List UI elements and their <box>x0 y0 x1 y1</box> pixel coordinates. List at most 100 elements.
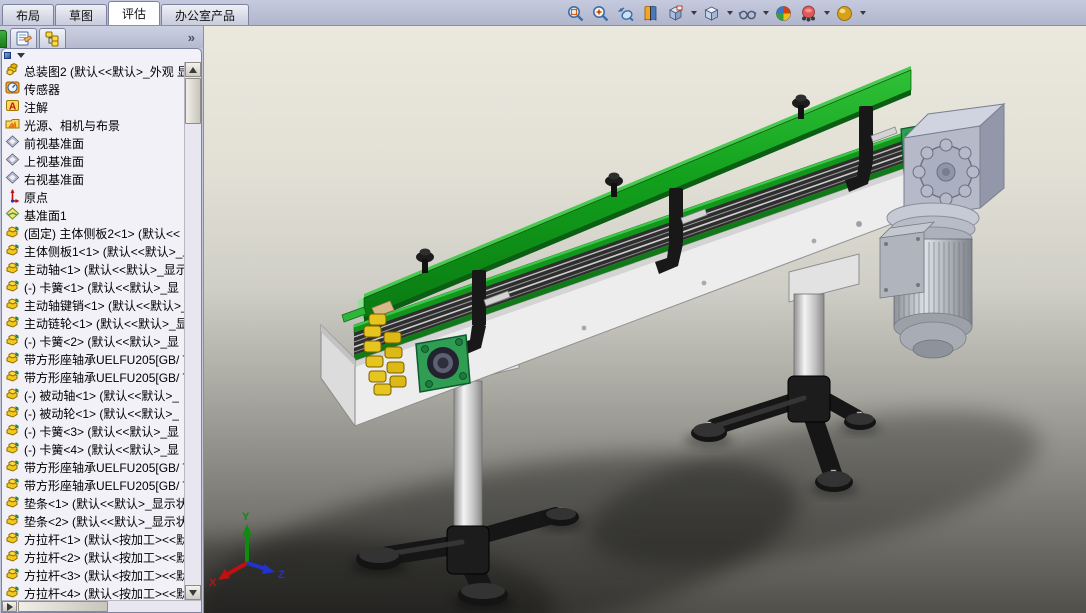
assembly-icon <box>5 62 20 80</box>
part-icon <box>5 548 20 566</box>
dropdown-arrow-icon[interactable] <box>860 11 866 15</box>
end-plate[interactable] <box>320 323 356 428</box>
tree-item[interactable]: (-) 卡簧<4> (默认<<默认>_显 <box>2 440 184 458</box>
sensor-block[interactable] <box>341 306 367 323</box>
scroll-down-button[interactable] <box>185 585 201 600</box>
scroll-right-icon <box>6 602 13 611</box>
tree-item[interactable]: (-) 被动轮<1> (默认<<默认>_ <box>2 404 184 422</box>
tree-item[interactable]: 光源、相机与布景 <box>2 116 184 134</box>
part-icon <box>5 332 20 350</box>
tree-item[interactable]: 垫条<2> (默认<<默认>_显示状 <box>2 512 184 530</box>
tree-item-label: 主动轴键销<1> (默认<<默认>_ <box>24 298 184 313</box>
hide-show-items-icon[interactable] <box>737 3 758 24</box>
tree-item[interactable]: (-) 卡簧<2> (默认<<默认>_显 <box>2 332 184 350</box>
stand-hub <box>446 525 490 575</box>
propertymanager-tab[interactable] <box>10 28 37 48</box>
tree-item[interactable]: A 注解 <box>2 98 184 116</box>
tree-item-label: 主动轴<1> (默认<<默认>_显示 <box>24 262 184 277</box>
tree-root-assembly[interactable]: 总装图2 (默认<<默认>_外观 显示 <box>2 62 184 80</box>
svg-text:A: A <box>9 102 16 113</box>
tree-item[interactable]: 主动轴<1> (默认<<默认>_显示 <box>2 260 184 278</box>
gearbox[interactable] <box>902 102 1006 221</box>
tree-item[interactable]: 带方形座轴承UELFU205[GB/ T <box>2 476 184 494</box>
plane-icon <box>5 152 20 170</box>
tree-horizontal-scrollbar[interactable] <box>2 600 201 612</box>
featuremanager-tab[interactable] <box>0 30 7 48</box>
dropdown-arrow-icon[interactable] <box>727 11 733 15</box>
tree-item[interactable]: 主动轴键销<1> (默认<<默认>_ <box>2 296 184 314</box>
scrollbar-thumb[interactable] <box>185 78 201 124</box>
stand-column <box>453 380 483 534</box>
section-view-icon[interactable] <box>640 3 661 24</box>
scroll-down-icon <box>189 589 197 596</box>
graphics-viewport[interactable]: X Y Z <box>204 26 1086 613</box>
tree-item[interactable]: 上视基准面 <box>2 152 184 170</box>
solidworks-window: 布局 草图 评估 办公室产品 » 总装图2 (默认<<默认>_外观 显示 传感器 A 注解光… <box>0 0 1086 613</box>
tree-item[interactable]: 原点 <box>2 188 184 206</box>
chevron-down-icon[interactable] <box>17 53 25 58</box>
tree-item[interactable]: 带方形座轴承UELFU205[GB/ T <box>2 458 184 476</box>
tree-item[interactable]: (固定) 主体侧板2<1> (默认<< <box>2 224 184 242</box>
scroll-up-button[interactable] <box>185 62 201 77</box>
tree-item[interactable]: 方拉杆<3> (默认<按加工><<默 <box>2 566 184 584</box>
zoom-to-fit-icon[interactable] <box>565 3 586 24</box>
tree-item-label: (固定) 主体侧板2<1> (默认<< <box>24 226 181 241</box>
panel-expand-button[interactable]: » <box>188 30 195 45</box>
part-icon <box>5 260 20 278</box>
floor-shadow <box>204 410 1040 613</box>
part-icon <box>5 404 20 422</box>
part-icon <box>5 530 20 548</box>
previous-view-icon[interactable] <box>615 3 636 24</box>
dropdown-arrow-icon[interactable] <box>691 11 697 15</box>
tree-item-label: 带方形座轴承UELFU205[GB/ T <box>24 460 184 475</box>
tree-item[interactable]: 方拉杆<4> (默认<按加工><<默 <box>2 584 184 600</box>
tree-item[interactable]: 主动链轮<1> (默认<<默认>_显 <box>2 314 184 332</box>
command-tab-3[interactable]: 评估 <box>108 1 161 25</box>
zoom-to-area-icon[interactable] <box>590 3 611 24</box>
origin-icon <box>5 188 20 206</box>
view-orientation-icon[interactable] <box>665 3 686 24</box>
tree-item[interactable]: 方拉杆<1> (默认<按加工><<默 <box>2 530 184 548</box>
panel-tab-bar: » <box>0 26 203 48</box>
part-icon <box>5 224 20 242</box>
tree-item[interactable]: 方拉杆<2> (默认<按加工><<默 <box>2 548 184 566</box>
configurationmanager-tab[interactable] <box>39 28 66 48</box>
edit-appearance-icon[interactable] <box>834 3 855 24</box>
conveyor-assembly-model[interactable] <box>204 26 1086 613</box>
tree-item[interactable]: 带方形座轴承UELFU205[GB/ T <box>2 350 184 368</box>
tree-item[interactable]: 前视基准面 <box>2 134 184 152</box>
tree-item[interactable]: 主体侧板1<1> (默认<<默认>_显 <box>2 242 184 260</box>
tree-item-label: 光源、相机与布景 <box>24 118 121 133</box>
tree-item[interactable]: 带方形座轴承UELFU205[GB/ T <box>2 368 184 386</box>
dropdown-arrow-icon[interactable] <box>763 11 769 15</box>
hscrollbar-thumb[interactable] <box>18 601 108 612</box>
tree-item[interactable]: (-) 被动轴<1> (默认<<默认>_ <box>2 386 184 404</box>
apply-scene-icon[interactable] <box>773 3 794 24</box>
flange-bearing[interactable] <box>415 334 471 393</box>
tree-vertical-scrollbar[interactable] <box>184 62 201 600</box>
tree-item[interactable]: (-) 卡簧<3> (默认<<默认>_显 <box>2 422 184 440</box>
tree-item-label: 注解 <box>24 100 49 115</box>
command-tab-4[interactable]: 办公室产品 <box>161 4 250 25</box>
tree-item[interactable]: 基准面1 <box>2 206 184 224</box>
display-style-icon[interactable] <box>701 3 722 24</box>
part-icon <box>5 494 20 512</box>
plane-icon <box>5 134 20 152</box>
dropdown-arrow-icon[interactable] <box>824 11 830 15</box>
tree-item-label: (-) 被动轴<1> (默认<<默认>_ <box>24 388 180 403</box>
tree-item[interactable]: 传感器 <box>2 80 184 98</box>
view-settings-icon[interactable] <box>798 3 819 24</box>
chain-track[interactable] <box>353 119 967 361</box>
scroll-right-button[interactable] <box>2 601 17 612</box>
tree-item[interactable]: (-) 卡簧<1> (默认<<默认>_显 <box>2 278 184 296</box>
tree-item-label: 方拉杆<2> (默认<按加工><<默 <box>24 550 184 565</box>
command-tab-2[interactable]: 草图 <box>55 4 108 25</box>
tree-item-label: (-) 被动轮<1> (默认<<默认>_ <box>24 406 180 421</box>
motor[interactable] <box>878 202 980 359</box>
tree-item-label: (-) 卡簧<3> (默认<<默认>_显 <box>24 424 180 439</box>
tree-item-label: 带方形座轴承UELFU205[GB/ T <box>24 352 184 367</box>
command-tab-1[interactable]: 布局 <box>2 4 55 25</box>
tree-item[interactable]: 右视基准面 <box>2 170 184 188</box>
sensors-icon <box>5 80 20 98</box>
tree-item[interactable]: 垫条<1> (默认<<默认>_显示状 <box>2 494 184 512</box>
